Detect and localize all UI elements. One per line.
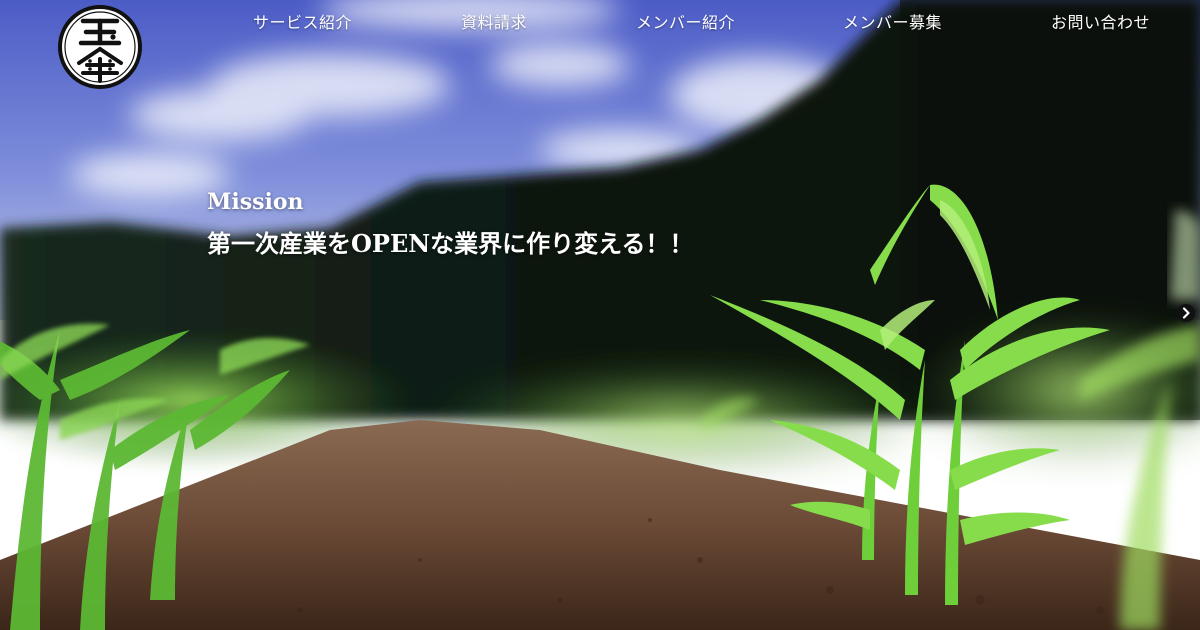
hero-section <box>0 0 1200 630</box>
nav-item-recruiting[interactable]: メンバー募集 <box>843 9 942 33</box>
mission-statement: 第一次産業をOPENな業界に作り変える！！ <box>207 229 694 258</box>
mission-label: Mission <box>207 189 304 215</box>
nav-item-members[interactable]: メンバー紹介 <box>636 9 735 33</box>
nav-item-services[interactable]: サービス紹介 <box>253 9 352 33</box>
chevron-right-icon <box>1182 307 1190 319</box>
slider-next-button[interactable] <box>1177 304 1195 322</box>
nav-item-contact[interactable]: お問い合わせ <box>1051 9 1150 33</box>
main-navigation: サービス紹介 資料請求 メンバー紹介 メンバー募集 お問い合わせ <box>0 0 1200 40</box>
nav-item-request-materials[interactable]: 資料請求 <box>461 9 527 33</box>
hero-background-image <box>0 0 1200 630</box>
